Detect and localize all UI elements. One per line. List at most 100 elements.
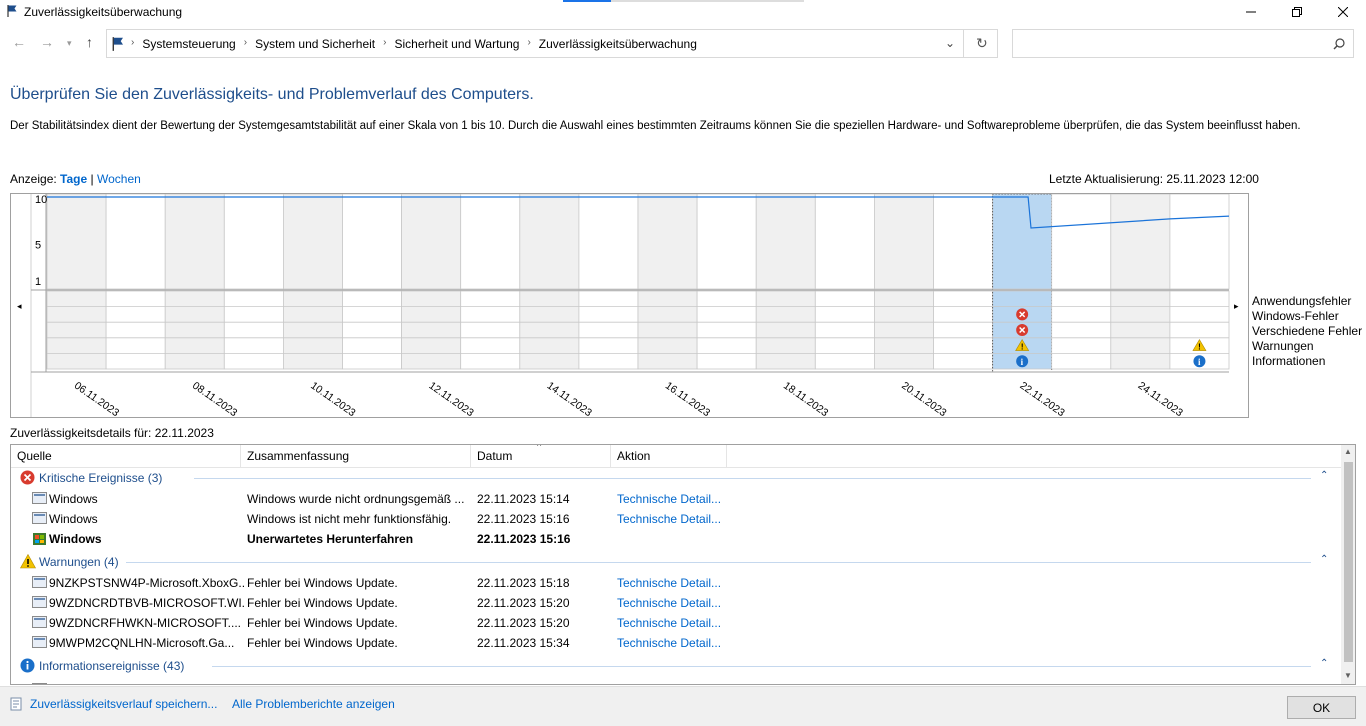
- technical-details-link[interactable]: Technische Detail...: [617, 512, 721, 526]
- group-header[interactable]: Informationsereignisse (43) ⌃: [11, 656, 1341, 676]
- table-row[interactable]: Windows Unerwartetes Herunterfahren 22.11.…: [11, 529, 1341, 549]
- event-column[interactable]: [755, 290, 816, 370]
- breadcrumb-system-und-sicherheit[interactable]: System und Sicherheit: [255, 37, 375, 51]
- vertical-scrollbar[interactable]: ▲ ▼: [1341, 445, 1355, 684]
- event-column[interactable]: [46, 290, 107, 370]
- chart-column[interactable]: [282, 194, 343, 290]
- scrollbar-thumb[interactable]: [1344, 462, 1353, 662]
- chart-column[interactable]: [46, 194, 107, 290]
- reliability-chart-svg[interactable]: ◂1051!i!i06.11.2023 08.11.2023 10.11.2023 1…: [11, 194, 1248, 417]
- collapse-chevron-icon[interactable]: ⌃: [1320, 658, 1328, 669]
- view-weeks-link[interactable]: Wochen: [97, 172, 141, 186]
- event-column[interactable]: [401, 290, 462, 370]
- maximize-button[interactable]: [1274, 0, 1320, 24]
- table-row[interactable]: Windows Windows ist nicht mehr funktionsf…: [11, 509, 1341, 529]
- column-header-zusammenfassung[interactable]: Zusammenfassung: [247, 449, 349, 463]
- table-row[interactable]: Windows Windows wurde nicht ordnungsgemäß…: [11, 489, 1341, 509]
- event-column[interactable]: [342, 290, 402, 370]
- chevron-right-icon[interactable]: ›: [244, 37, 247, 51]
- technical-details-link[interactable]: Technische Detail...: [617, 616, 721, 630]
- search-input[interactable]: [1017, 34, 1317, 53]
- chart-column[interactable]: [1110, 194, 1171, 290]
- event-column[interactable]: [460, 290, 521, 370]
- up-arrow-icon[interactable]: ↑: [86, 34, 93, 50]
- save-history-link[interactable]: Zuverlässigkeitsverlauf speichern...: [30, 697, 217, 711]
- event-column[interactable]: [814, 290, 875, 370]
- event-column[interactable]: [223, 290, 284, 370]
- search-icon[interactable]: [1333, 38, 1345, 50]
- chart-column[interactable]: [1169, 194, 1230, 290]
- event-column[interactable]: [282, 290, 343, 370]
- chart-column[interactable]: [874, 194, 934, 290]
- table-row[interactable]: 9NZKPSTSNW4P-Microsoft.XboxG... Fehler be…: [11, 573, 1341, 593]
- table-row[interactable]: 9WZDNCRFHWKN-MICROSOFT.... Fehler bei Win…: [11, 613, 1341, 633]
- breadcrumb-current[interactable]: Zuverlässigkeitsüberwachung: [539, 37, 697, 51]
- chart-column[interactable]: [992, 194, 1053, 290]
- chart-column[interactable]: [105, 194, 166, 290]
- close-button[interactable]: [1320, 0, 1366, 24]
- chart-column[interactable]: [223, 194, 284, 290]
- event-column[interactable]: [105, 290, 166, 370]
- column-header-aktion[interactable]: Aktion: [617, 449, 650, 463]
- breadcrumb-sicherheit-und-wartung[interactable]: Sicherheit und Wartung: [394, 37, 519, 51]
- table-row[interactable]: 9MWPM2CQNLHN-Microsoft.Ga... Fehler bei W…: [11, 633, 1341, 653]
- chart-column[interactable]: [1051, 194, 1112, 290]
- ok-button[interactable]: OK: [1287, 696, 1356, 719]
- event-column[interactable]: [874, 290, 934, 370]
- forward-arrow-icon[interactable]: →: [40, 34, 54, 50]
- chart-column[interactable]: [814, 194, 875, 290]
- column-divider[interactable]: [610, 445, 611, 468]
- chart-column[interactable]: [519, 194, 580, 290]
- scroll-down-icon[interactable]: ▼: [1344, 671, 1352, 680]
- table-row-partial[interactable]: [11, 680, 1341, 684]
- chevron-right-icon[interactable]: ›: [527, 37, 530, 51]
- technical-details-link[interactable]: Technische Detail...: [617, 492, 721, 506]
- event-column[interactable]: [578, 290, 639, 370]
- column-divider[interactable]: [726, 445, 727, 468]
- group-header[interactable]: Kritische Ereignisse (3) ⌃: [11, 468, 1341, 488]
- chevron-down-icon[interactable]: ⌄: [945, 36, 955, 50]
- technical-details-link[interactable]: Technische Detail...: [617, 596, 721, 610]
- chart-column[interactable]: [637, 194, 698, 290]
- chart-column[interactable]: [342, 194, 402, 290]
- chart-column[interactable]: [460, 194, 521, 290]
- chart-column[interactable]: [578, 194, 639, 290]
- chevron-right-icon[interactable]: ▸: [1234, 301, 1239, 311]
- technical-details-link[interactable]: Technische Detail...: [617, 636, 721, 650]
- event-column[interactable]: [1110, 290, 1171, 370]
- back-arrow-icon[interactable]: ←: [12, 34, 26, 50]
- event-column[interactable]: [933, 290, 993, 370]
- chevron-left-icon[interactable]: ◂: [17, 301, 22, 311]
- chevron-right-icon[interactable]: ›: [383, 37, 386, 51]
- event-column[interactable]: [637, 290, 698, 370]
- chart-column[interactable]: [933, 194, 993, 290]
- chart-column[interactable]: [164, 194, 225, 290]
- column-header-datum[interactable]: Datum: [477, 449, 512, 463]
- all-reports-link[interactable]: Alle Problemberichte anzeigen: [232, 697, 395, 711]
- search-box[interactable]: [1012, 29, 1354, 58]
- technical-details-link[interactable]: Technische Detail...: [617, 576, 721, 590]
- event-column[interactable]: [1051, 290, 1112, 370]
- refresh-icon[interactable]: ↻: [976, 35, 988, 52]
- event-column[interactable]: [164, 290, 225, 370]
- table-row[interactable]: 9WZDNCRDTBVB-MICROSOFT.WI... Fehler bei W…: [11, 593, 1341, 613]
- column-header-quelle[interactable]: Quelle: [17, 449, 52, 463]
- scroll-up-icon[interactable]: ▲: [1344, 447, 1352, 456]
- chart-column[interactable]: [696, 194, 757, 290]
- chart-column[interactable]: [755, 194, 816, 290]
- column-divider[interactable]: [470, 445, 471, 468]
- address-bar[interactable]: › Systemsteuerung › System und Sicherhei…: [106, 29, 998, 58]
- view-days-link[interactable]: Tage: [60, 172, 87, 186]
- reliability-chart[interactable]: ◂ 10 5 1! i! i 06.11.2023 08.11.2023 10.11.2023 1…: [10, 193, 1249, 418]
- event-column[interactable]: [519, 290, 580, 370]
- minimize-button[interactable]: [1228, 0, 1274, 24]
- event-column[interactable]: [696, 290, 757, 370]
- collapse-chevron-icon[interactable]: ⌃: [1320, 470, 1328, 481]
- recent-locations-chevron-icon[interactable]: ▾: [67, 38, 72, 49]
- chart-column[interactable]: [401, 194, 462, 290]
- collapse-chevron-icon[interactable]: ⌃: [1320, 554, 1328, 565]
- group-header[interactable]: Warnungen (4) ⌃: [11, 552, 1341, 572]
- breadcrumb-systemsteuerung[interactable]: Systemsteuerung: [142, 37, 235, 51]
- cell-source: 9MWPM2CQNLHN-Microsoft.Ga...: [49, 636, 235, 650]
- column-divider[interactable]: [240, 445, 241, 468]
